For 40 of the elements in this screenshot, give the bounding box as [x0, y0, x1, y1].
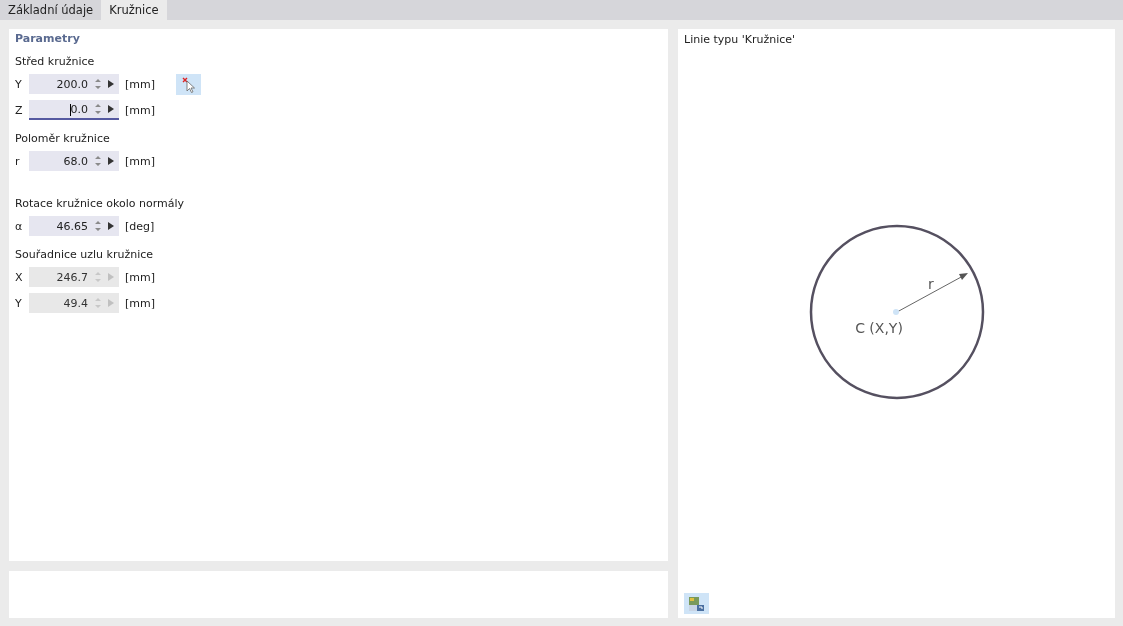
center-point: [892, 308, 899, 315]
diagram-title: Linie typu 'Kružnice': [684, 33, 797, 46]
radius-arrow: [896, 272, 968, 312]
unit-label: [mm]: [125, 154, 155, 168]
field-label: α: [15, 219, 24, 233]
field-label: Y: [15, 77, 23, 91]
play-icon[interactable]: [108, 222, 114, 230]
spinner-icon[interactable]: [94, 220, 102, 232]
spinner-icon[interactable]: [94, 155, 102, 167]
image-export-icon: [687, 595, 706, 612]
spin-field[interactable]: 0.0: [29, 100, 119, 120]
unit-label: [mm]: [125, 103, 155, 117]
cursor-icon: [180, 75, 197, 93]
group-heading: Souřadnice uzlu kružnice: [15, 248, 155, 263]
radius-label: r: [927, 275, 934, 292]
spinner-icon[interactable]: [94, 103, 102, 115]
unit-label: [mm]: [125, 296, 155, 310]
spin-field[interactable]: 46.65: [29, 216, 119, 236]
play-icon[interactable]: [108, 157, 114, 165]
spinner-icon[interactable]: [94, 78, 102, 90]
group-heading: Střed kružnice: [15, 55, 96, 70]
unit-label: [deg]: [125, 219, 155, 233]
play-icon[interactable]: [108, 105, 114, 113]
tab[interactable]: Kružnice: [101, 0, 167, 20]
export-button[interactable]: [684, 593, 709, 614]
field-label: Y: [15, 296, 23, 310]
center-label: C (X,Y): [854, 319, 903, 336]
spin-field[interactable]: 200.0: [29, 74, 119, 94]
field-label: Z: [15, 103, 24, 117]
section-title: Parametry: [15, 32, 81, 45]
group-heading: Poloměr kružnice: [15, 132, 111, 147]
spin-field[interactable]: 68.0: [29, 151, 119, 171]
field-label: r: [15, 154, 21, 168]
unit-label: [mm]: [125, 77, 155, 91]
unit-label: [mm]: [125, 270, 155, 284]
field-label: X: [15, 270, 24, 284]
play-icon[interactable]: [108, 80, 114, 88]
pick-button[interactable]: [176, 73, 201, 95]
group-heading: Rotace kružnice okolo normály: [15, 197, 185, 212]
tab[interactable]: Základní údaje: [0, 0, 102, 20]
